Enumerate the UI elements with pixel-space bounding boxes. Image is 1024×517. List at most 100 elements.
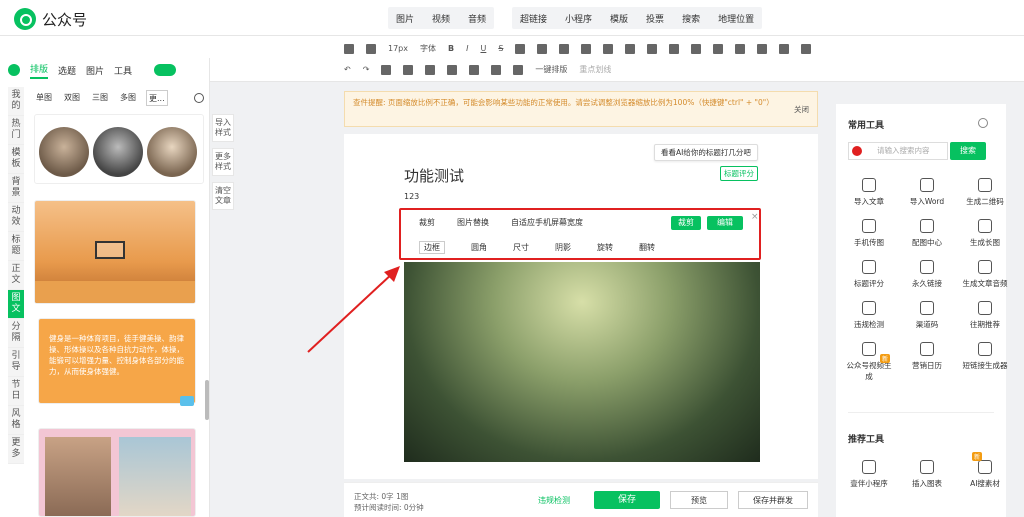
- menu-search[interactable]: 搜索: [682, 12, 700, 25]
- menu-image[interactable]: 图片: [396, 12, 414, 25]
- tool-import-word[interactable]: 导入Word: [902, 178, 952, 207]
- key-underline[interactable]: 重点划线: [579, 64, 611, 75]
- font-color-icon[interactable]: [515, 43, 526, 54]
- rotate-control[interactable]: 旋转: [597, 242, 613, 253]
- line-height-icon[interactable]: [625, 43, 636, 54]
- crop-action[interactable]: 裁剪: [419, 217, 435, 228]
- hr-icon[interactable]: [757, 43, 768, 54]
- forest-image[interactable]: [404, 262, 760, 462]
- editor-area[interactable]: 看看AI给你的标题打几分吧 功能测试 标题评分 123 裁剪 图片替换 自适应手…: [344, 134, 818, 479]
- calendar-icon[interactable]: [513, 64, 524, 75]
- toggle-switch[interactable]: [154, 64, 177, 76]
- border-select[interactable]: 边框: [419, 241, 445, 254]
- preview-button[interactable]: 预览: [670, 491, 728, 509]
- edit-button[interactable]: 编辑: [707, 216, 743, 230]
- magic-icon[interactable]: [425, 64, 436, 75]
- tool-image-center[interactable]: 配图中心: [902, 219, 952, 248]
- subtab-double[interactable]: 双图: [62, 90, 82, 106]
- card-icon[interactable]: [491, 64, 502, 75]
- ai-title-hint[interactable]: 看看AI给你的标题打几分吧: [654, 144, 758, 161]
- nav-animation[interactable]: 动效: [8, 203, 24, 232]
- tab-images[interactable]: 图片: [86, 64, 104, 77]
- nav-body[interactable]: 正文: [8, 261, 24, 290]
- nav-mine[interactable]: 我的: [8, 87, 24, 116]
- size-control[interactable]: 尺寸: [513, 242, 529, 253]
- menu-audio[interactable]: 音频: [468, 12, 486, 25]
- search-input[interactable]: 请输入搜索内容: [848, 142, 948, 160]
- format-painter-icon[interactable]: [366, 43, 376, 54]
- subtab-more[interactable]: 更...: [146, 90, 168, 106]
- nav-title[interactable]: 标题: [8, 232, 24, 261]
- subtab-multi[interactable]: 多图: [118, 90, 138, 106]
- more-style-button[interactable]: 更多样式: [212, 148, 234, 176]
- tab-layout[interactable]: 排版: [30, 62, 49, 79]
- app-logo[interactable]: 公众号: [14, 8, 87, 30]
- underline-icon[interactable]: U: [480, 44, 486, 53]
- article-title[interactable]: 功能测试: [404, 165, 464, 186]
- subtab-triple[interactable]: 三图: [90, 90, 110, 106]
- tool-mini-program[interactable]: 壹伴小程序: [844, 460, 894, 489]
- undo-icon[interactable]: ↶: [344, 65, 351, 74]
- nav-background[interactable]: 背景: [8, 174, 24, 203]
- violation-check[interactable]: 违规检测: [538, 495, 570, 506]
- table-icon[interactable]: [713, 43, 724, 54]
- tool-channel-code[interactable]: 渠道码: [902, 301, 952, 330]
- article-body[interactable]: 123: [404, 192, 419, 201]
- menu-location[interactable]: 地理位置: [718, 12, 754, 25]
- eraser-icon[interactable]: [344, 43, 354, 54]
- tool-past-recommend[interactable]: 往期推荐: [960, 301, 1010, 330]
- close-icon[interactable]: ×: [751, 212, 759, 222]
- tab-tools[interactable]: 工具: [114, 64, 132, 77]
- menu-template[interactable]: 模版: [610, 12, 628, 25]
- tool-ai-material[interactable]: AI搜素材: [960, 460, 1010, 489]
- template-card-yoga[interactable]: [38, 428, 196, 517]
- search-engine-icon[interactable]: [852, 146, 862, 156]
- crop-button[interactable]: 裁剪: [671, 216, 701, 230]
- tool-violation[interactable]: 违规检测: [844, 301, 894, 330]
- emoji-icon[interactable]: [469, 64, 480, 75]
- save-mass-button[interactable]: 保存并群发: [738, 491, 808, 509]
- tool-permalink[interactable]: 永久链接: [902, 260, 952, 289]
- tool-title-score[interactable]: 标题评分: [844, 260, 894, 289]
- fullscreen-icon[interactable]: [801, 43, 812, 54]
- replace-image-action[interactable]: 图片替换: [457, 217, 489, 228]
- font-family-select[interactable]: 字体: [420, 43, 436, 54]
- fit-screen-action[interactable]: 自适应手机屏幕宽度: [511, 217, 583, 228]
- template-card-text[interactable]: 健身是一种体育项目，徒手健美操、韵律操、形体操以及各种自抗力动作，体操，能锻可以…: [38, 318, 196, 404]
- save-button[interactable]: 保存: [594, 491, 660, 509]
- menu-link[interactable]: 超链接: [520, 12, 547, 25]
- tool-insert-chart[interactable]: 插入图表: [902, 460, 952, 489]
- template-card-cats[interactable]: [34, 114, 204, 184]
- template-card-basketball[interactable]: [34, 200, 196, 304]
- ordered-list-icon[interactable]: [691, 43, 702, 54]
- quote-icon[interactable]: [735, 43, 746, 54]
- nav-guide[interactable]: 引导: [8, 348, 24, 377]
- tool-long-image[interactable]: 生成长图: [960, 219, 1010, 248]
- redo-icon[interactable]: ↷: [363, 65, 370, 74]
- subtab-single[interactable]: 单图: [34, 90, 54, 106]
- image-icon[interactable]: [447, 64, 458, 75]
- align-center-icon[interactable]: [581, 43, 592, 54]
- shadow-control[interactable]: 阴影: [555, 242, 571, 253]
- subscript-icon[interactable]: [381, 64, 392, 75]
- font-size-select[interactable]: 17px: [388, 44, 408, 53]
- tool-short-link[interactable]: 短链接生成器: [960, 342, 1010, 382]
- indent-icon[interactable]: [647, 43, 658, 54]
- nav-style[interactable]: 风格: [8, 406, 24, 435]
- tool-marketing-calendar[interactable]: 营销日历: [902, 342, 952, 382]
- gear-icon[interactable]: [978, 118, 988, 128]
- import-style-button[interactable]: 导入样式: [212, 114, 234, 142]
- code-icon[interactable]: [779, 43, 790, 54]
- nav-image-text[interactable]: 图文: [8, 290, 24, 319]
- align-right-icon[interactable]: [603, 43, 614, 54]
- nav-festival[interactable]: 节日: [8, 377, 24, 406]
- nav-template[interactable]: 模板: [8, 145, 24, 174]
- tool-import-article[interactable]: 导入文章: [844, 178, 894, 207]
- clear-article-button[interactable]: 清空文章: [212, 182, 234, 210]
- tool-audio[interactable]: 生成文章音频: [960, 260, 1010, 289]
- left-scrollbar[interactable]: [205, 380, 209, 420]
- bold-icon[interactable]: B: [448, 44, 454, 53]
- tool-qrcode[interactable]: 生成二维码: [960, 178, 1010, 207]
- one-key-layout[interactable]: 一键排版: [535, 64, 567, 75]
- menu-video[interactable]: 视频: [432, 12, 450, 25]
